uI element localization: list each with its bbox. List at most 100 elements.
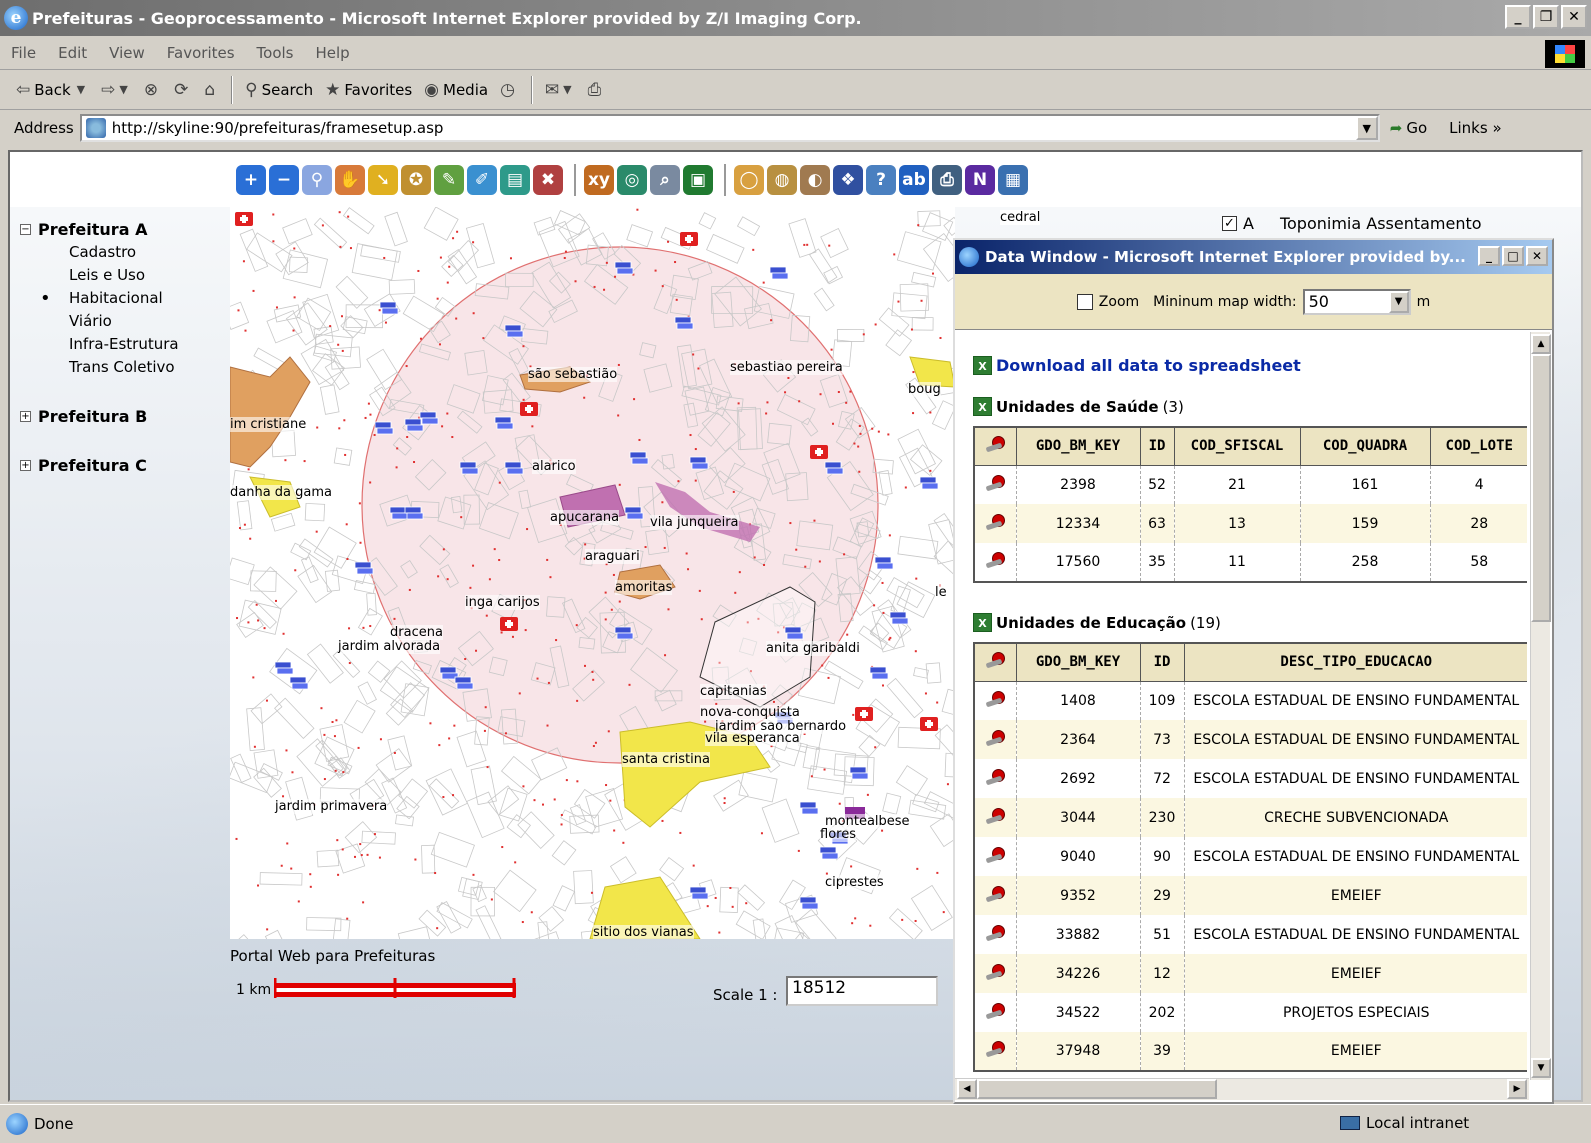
- query-icon[interactable]: ?: [866, 164, 896, 195]
- pin-cell[interactable]: [974, 543, 1017, 582]
- menu-view[interactable]: View: [98, 44, 156, 62]
- identify-icon[interactable]: ✪: [401, 164, 431, 195]
- download-spreadsheet-link[interactable]: X Download all data to spreadsheet: [973, 356, 1527, 375]
- pushpin-icon[interactable]: [984, 1040, 1006, 1058]
- tree-item-trans-coletivo[interactable]: Trans Coletivo: [20, 356, 230, 379]
- tree-item-infra-estrutura[interactable]: Infra-Estrutura: [20, 333, 230, 356]
- mail-button[interactable]: ✉ ▼: [539, 80, 582, 100]
- history-button[interactable]: ◷: [494, 80, 525, 100]
- pin-cell[interactable]: [974, 759, 1017, 798]
- find-icon[interactable]: ⌕: [650, 164, 680, 195]
- toponimia-toggle[interactable]: ✓ A Toponimia Assentamento: [1222, 214, 1482, 233]
- pan-hand-icon[interactable]: ✋: [335, 164, 365, 195]
- pushpin-icon[interactable]: [984, 513, 1006, 531]
- pushpin-icon[interactable]: [984, 807, 1006, 825]
- pushpin-icon[interactable]: [984, 551, 1006, 569]
- menu-file[interactable]: File: [0, 44, 47, 62]
- educacao-row[interactable]: 2364 73 ESCOLA ESTADUAL DE ENSINO FUNDAMEN…: [974, 720, 1527, 759]
- menu-favorites[interactable]: Favorites: [156, 44, 246, 62]
- pin-cell[interactable]: [974, 1032, 1017, 1071]
- links-button[interactable]: Links »: [1449, 119, 1502, 137]
- minimize-button[interactable]: _: [1505, 5, 1531, 29]
- close-button[interactable]: ✕: [1561, 5, 1587, 29]
- column-header[interactable]: COD_QUADRA: [1299, 426, 1431, 466]
- address-input[interactable]: http://skyline:90/prefeituras/framesetup…: [79, 114, 1380, 142]
- column-header[interactable]: GDO_BM_KEY: [1015, 642, 1141, 682]
- layers-icon[interactable]: ▤: [500, 164, 530, 195]
- educacao-row[interactable]: 37948 39 EMEIEF: [974, 1032, 1527, 1071]
- expand-icon[interactable]: +: [20, 460, 31, 471]
- scroll-down-icon[interactable]: ▼: [1531, 1058, 1551, 1078]
- back-button[interactable]: ⇦ Back ▼: [10, 80, 95, 100]
- favorites-button[interactable]: ★ Favorites: [319, 80, 418, 100]
- chevron-down-icon[interactable]: ▼: [1388, 290, 1409, 313]
- pin-cell[interactable]: [974, 915, 1017, 954]
- pin-cell[interactable]: [974, 993, 1017, 1032]
- column-header[interactable]: COD_LOTE: [1429, 426, 1527, 466]
- search-button[interactable]: ⚲ Search: [239, 80, 319, 100]
- go-button[interactable]: ➦ Go: [1390, 119, 1427, 137]
- column-header[interactable]: ID: [1139, 642, 1185, 682]
- vertical-scrollbar[interactable]: ▲ ▼: [1530, 332, 1551, 1080]
- collapse-icon[interactable]: −: [20, 224, 31, 235]
- pushpin-icon[interactable]: [984, 924, 1006, 942]
- educacao-row[interactable]: 1408 109 ESCOLA ESTADUAL DE ENSINO FUNDAME…: [974, 681, 1527, 720]
- pin-cell[interactable]: [974, 465, 1017, 504]
- clear-icon[interactable]: ✖: [533, 164, 563, 195]
- educacao-row[interactable]: 3044 230 CRECHE SUBVENCIONADA: [974, 798, 1527, 837]
- pushpin-icon[interactable]: [984, 729, 1006, 747]
- scroll-thumb[interactable]: [977, 1079, 1217, 1099]
- educacao-row[interactable]: 9352 29 EMEIEF: [974, 876, 1527, 915]
- educacao-row[interactable]: 34226 12 EMEIEF: [974, 954, 1527, 993]
- forward-dropdown-icon[interactable]: ▼: [119, 83, 127, 96]
- pushpin-icon[interactable]: [984, 1002, 1006, 1020]
- globe-outline-icon[interactable]: ◍: [767, 164, 797, 195]
- educacao-row[interactable]: 34522 202 PROJETOS ESPECIAIS: [974, 993, 1527, 1032]
- min-width-select[interactable]: 50 ▼: [1302, 288, 1411, 315]
- pin-cell[interactable]: [974, 504, 1017, 543]
- pin-cell[interactable]: [974, 837, 1017, 876]
- pin-cell[interactable]: [974, 954, 1017, 993]
- map-canvas[interactable]: são sebastião sebastiao pereira im cristia…: [230, 207, 955, 939]
- mail-dropdown-icon[interactable]: ▼: [563, 83, 571, 96]
- scale-input[interactable]: 18512: [786, 976, 938, 1006]
- maximize-button[interactable]: □: [1502, 246, 1524, 266]
- stop-button[interactable]: ⊗: [138, 80, 168, 100]
- tree-item-leis-e-uso[interactable]: Leis e Uso: [20, 264, 230, 287]
- globe-icon[interactable]: ◯: [734, 164, 764, 195]
- column-header[interactable]: DESC_TIPO_EDUCACAO: [1183, 642, 1527, 682]
- layer-control-icon[interactable]: ❖: [833, 164, 863, 195]
- saude-row[interactable]: 17560 35 11 258 58: [974, 543, 1527, 582]
- zoom-window-icon[interactable]: ⚲: [302, 164, 332, 195]
- tree-item-habitacional[interactable]: Habitacional: [20, 287, 230, 310]
- print-button[interactable]: ⎙: [582, 80, 612, 100]
- select-icon[interactable]: ➘: [368, 164, 398, 195]
- pushpin-icon[interactable]: [984, 474, 1006, 492]
- tree-prefeitura-c[interactable]: + Prefeitura C: [20, 456, 230, 475]
- scroll-thumb[interactable]: [1531, 354, 1551, 622]
- pin-cell[interactable]: [974, 876, 1017, 915]
- measure-icon[interactable]: ✎: [434, 164, 464, 195]
- educacao-row[interactable]: 9040 90 ESCOLA ESTADUAL DE ENSINO FUNDAMEN…: [974, 837, 1527, 876]
- tree-item-cadastro[interactable]: Cadastro: [20, 241, 230, 264]
- educacao-row[interactable]: 2692 72 ESCOLA ESTADUAL DE ENSINO FUNDAMEN…: [974, 759, 1527, 798]
- menu-edit[interactable]: Edit: [47, 44, 98, 62]
- pushpin-icon[interactable]: [984, 690, 1006, 708]
- tree-item-viario[interactable]: Viário: [20, 310, 230, 333]
- saude-row[interactable]: 12334 63 13 159 28: [974, 504, 1527, 543]
- report-icon[interactable]: ▦: [998, 164, 1028, 195]
- minimize-button[interactable]: _: [1478, 246, 1500, 266]
- pin-cell[interactable]: [974, 720, 1017, 759]
- xy-coordinate-icon[interactable]: xy: [584, 164, 614, 195]
- close-button[interactable]: ✕: [1526, 246, 1548, 266]
- tree-prefeitura-a[interactable]: − Prefeitura A: [20, 220, 230, 239]
- educacao-row[interactable]: 33882 51 ESCOLA ESTADUAL DE ENSINO FUNDAME…: [974, 915, 1527, 954]
- menu-tools[interactable]: Tools: [246, 44, 305, 62]
- address-dropdown-icon[interactable]: ▼: [1355, 116, 1378, 140]
- tree-prefeitura-b[interactable]: + Prefeitura B: [20, 407, 230, 426]
- maximize-button[interactable]: ❐: [1533, 5, 1559, 29]
- labels-abc-icon[interactable]: ab: [899, 164, 929, 195]
- back-dropdown-icon[interactable]: ▼: [77, 83, 85, 96]
- pushpin-icon[interactable]: [984, 885, 1006, 903]
- globe-grid-icon[interactable]: ◐: [800, 164, 830, 195]
